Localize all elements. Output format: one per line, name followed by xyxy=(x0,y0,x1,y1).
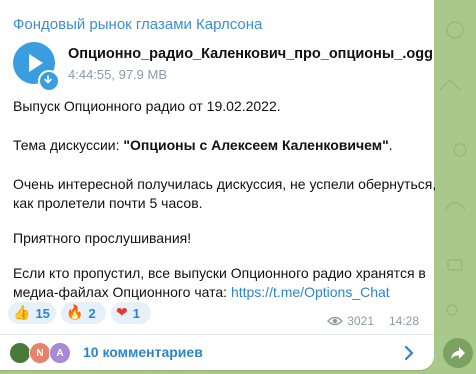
share-button[interactable] xyxy=(443,338,473,368)
eye-icon xyxy=(327,316,344,326)
paragraph-2: Приятного прослушивания! xyxy=(13,230,192,246)
episode-line: Выпуск Опционного радио от 19.02.2022. xyxy=(13,98,281,114)
comments-button[interactable]: N A 10 комментариев xyxy=(0,335,434,370)
file-name: Опционно_радио_Каленкович_про_опционы_.o… xyxy=(68,46,433,62)
message-time: 14:28 xyxy=(389,314,420,328)
channel-name[interactable]: Фондовый рынок глазами Карлсона xyxy=(13,16,262,33)
reaction-thumbs-up[interactable]: 👍 15 xyxy=(8,302,56,324)
options-chat-link[interactable]: https://t.me/Options_Chat xyxy=(231,284,390,300)
paragraph-3-line-2: медиа-файлах Опционного чата: https://t.… xyxy=(13,284,390,300)
share-icon xyxy=(451,347,465,359)
reaction-heart[interactable]: ❤ 1 xyxy=(111,302,151,324)
heart-icon: ❤ xyxy=(116,305,128,321)
message-bubble: Фондовый рынок глазами Карлсона Опционно… xyxy=(0,0,437,370)
download-badge[interactable] xyxy=(38,70,60,92)
fire-icon: 🔥 xyxy=(66,305,84,321)
play-icon xyxy=(29,54,43,72)
view-counter: 3021 xyxy=(327,314,374,328)
paragraph-1-line-1: Очень интересной получилась дискуссия, н… xyxy=(13,176,437,192)
paragraph-3-prefix: медиа-файлах Опционного чата: xyxy=(13,284,231,300)
comments-count-label: 10 комментариев xyxy=(83,344,203,360)
thumbs-up-icon: 👍 xyxy=(13,305,31,321)
commenter-avatar: A xyxy=(49,342,71,364)
topic-title: "Опционы с Алексеем Каленковичем" xyxy=(123,137,389,153)
topic-line: Тема дискуссии: "Опционы с Алексеем Кале… xyxy=(13,137,393,153)
reaction-count: 2 xyxy=(88,305,96,321)
commenter-avatar xyxy=(9,342,31,364)
chevron-right-icon xyxy=(404,345,414,361)
paragraph-1-line-2: как пролетели почти 5 часов. xyxy=(13,195,203,211)
download-icon xyxy=(44,75,52,84)
topic-prefix: Тема дискуссии: xyxy=(13,137,124,153)
view-count: 3021 xyxy=(347,314,374,328)
commenter-avatar: N xyxy=(29,342,51,364)
paragraph-3-line-1: Если кто пропустил, все выпуски Опционно… xyxy=(13,265,426,281)
file-meta: 4:44:55, 97.9 MB xyxy=(68,67,168,82)
reaction-count: 15 xyxy=(35,305,50,321)
reaction-count: 1 xyxy=(132,305,140,321)
reaction-fire[interactable]: 🔥 2 xyxy=(61,302,106,324)
topic-suffix: . xyxy=(388,137,393,153)
